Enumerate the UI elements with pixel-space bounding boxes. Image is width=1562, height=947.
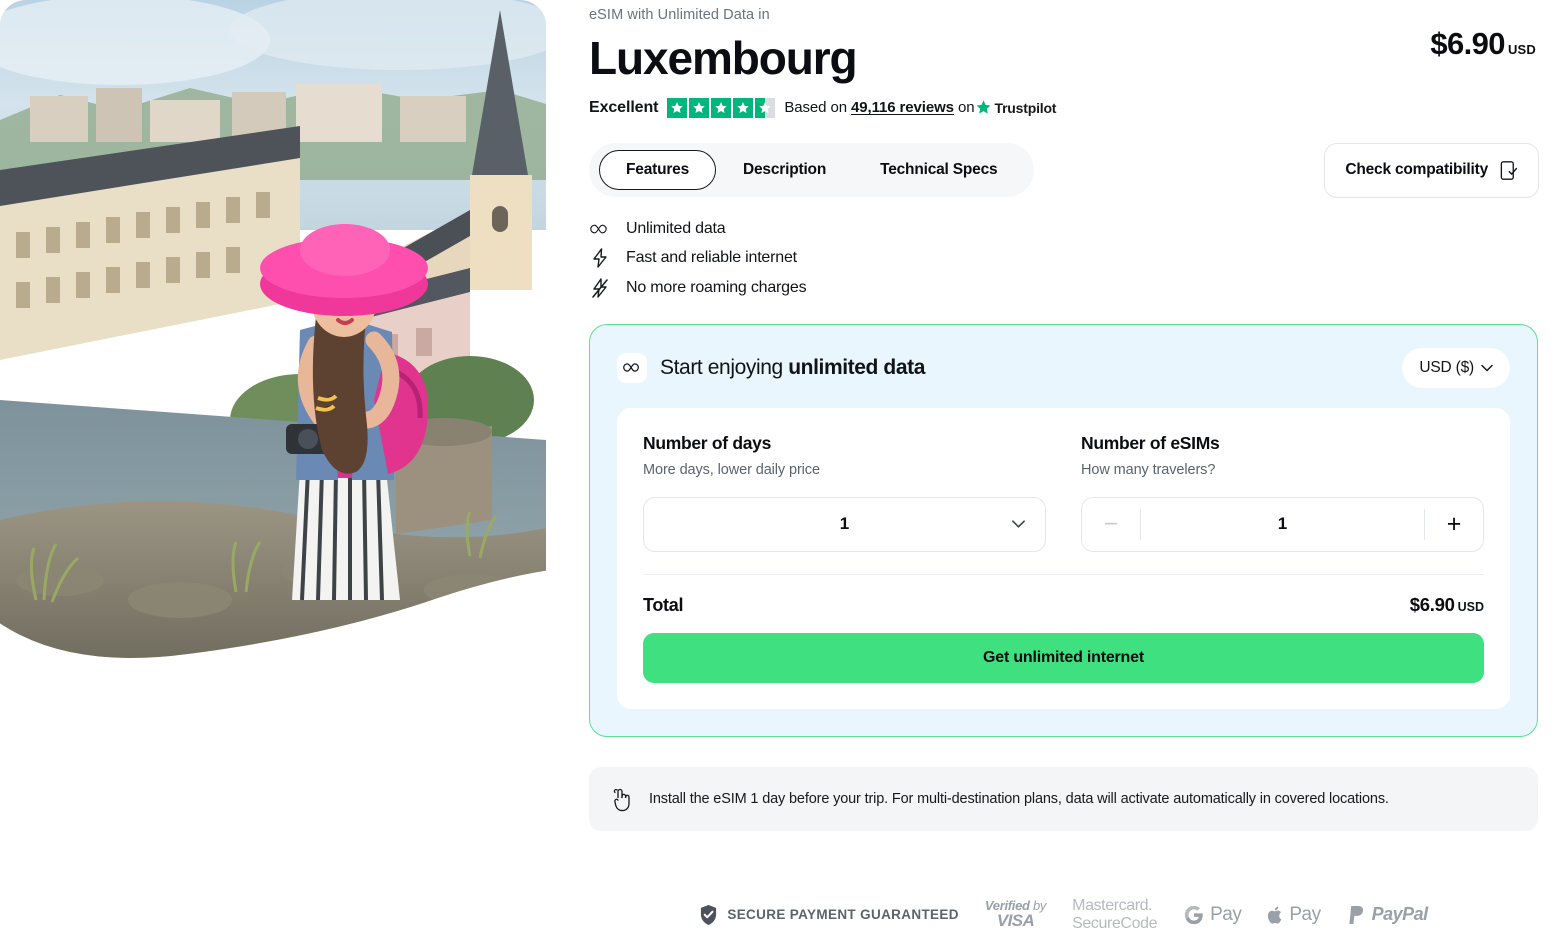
tab-technical-specs[interactable]: Technical Specs [853,150,1024,190]
verified-by-visa-logo: Verified by VISA [985,897,1047,931]
days-sub: More days, lower daily price [643,461,820,478]
feature-label: No more roaming charges [626,278,807,296]
paypal-logo: PayPal [1347,904,1428,926]
days-select[interactable]: 1 [643,496,1046,552]
star-icon [667,97,688,118]
visa-wordmark: VISA [996,911,1035,931]
google-g-icon [1184,905,1203,924]
install-notice: Install the eSIM 1 day before your trip.… [589,766,1538,831]
paypal-p-icon [1348,905,1363,924]
infinity-icon [589,222,611,236]
feature-item: Fast and reliable internet [589,248,1539,268]
form-divider [643,573,1484,575]
reviews-link[interactable]: 49,116 reviews [851,99,954,116]
purchase-form: Number of days More days, lower daily pr… [617,407,1510,709]
eyebrow-text: eSIM with Unlimited Data in [589,7,770,23]
price-block: $6.90 USD [1430,26,1539,62]
get-unlimited-internet-button[interactable]: Get unlimited internet [643,632,1484,683]
total-currency: USD [1457,599,1484,614]
feature-label: Unlimited data [626,219,726,237]
mastercard-line1: Mastercard. [1072,897,1153,914]
purchase-heading-bold: unlimited data [788,355,925,379]
mastercard-securecode-logo: Mastercard. SecureCode [1072,897,1157,932]
total-label: Total [643,594,684,615]
tab-features[interactable]: Features [599,150,717,191]
esims-label: Number of eSIMs [1081,432,1220,453]
tabs-row: Features Description Technical Specs Che… [589,142,1539,198]
features-list: Unlimited data Fast and reliable interne… [589,220,1539,298]
purchase-header: Start enjoying unlimited data USD ($) [617,347,1510,388]
chevron-down-icon [1012,520,1025,528]
feature-label: Fast and reliable internet [626,248,797,266]
finger-reminder-icon [613,788,630,812]
decrement-button[interactable]: − [1082,498,1140,551]
purchase-heading: Start enjoying unlimited data [617,352,925,383]
rating-summary: Based on 49,116 reviews on Trustpilot [784,99,1056,116]
product-page: eSIM with Unlimited Data in Luxembourg $… [0,0,1562,947]
check-compatibility-label: Check compatibility [1345,161,1488,179]
purchase-card: Start enjoying unlimited data USD ($) Nu… [589,323,1538,737]
page-title: Luxembourg [589,32,858,84]
infinity-badge-icon [617,352,647,383]
days-value: 1 [839,514,850,534]
hero-wave-mask [0,570,546,672]
feature-item: Unlimited data [589,220,1539,238]
tab-bar: Features Description Technical Specs [589,143,1035,198]
total-price: $6.90 USD [1410,594,1484,616]
trustpilot-star-icon [977,100,991,114]
bolt-slash-icon [589,278,611,298]
rating-middle: on [957,99,975,117]
secure-payment-label: SECURE PAYMENT GUARANTEED [727,907,959,923]
feature-item: No more roaming charges [589,278,1539,298]
phone-check-icon [1500,161,1518,180]
currency-selector[interactable]: USD ($) [1402,347,1510,388]
total-amount: $6.90 [1409,593,1455,615]
google-pay-logo: Pay [1183,903,1242,926]
form-fields: Number of days More days, lower daily pr… [643,433,1484,552]
currency-value: USD ($) [1419,358,1474,376]
increment-button[interactable]: + [1425,498,1483,551]
google-pay-label: Pay [1210,903,1242,925]
star-icon [689,97,710,118]
title-group: eSIM with Unlimited Data in Luxembourg [589,0,858,85]
product-details: eSIM with Unlimited Data in Luxembourg $… [589,0,1539,831]
trustpilot-logo: Trustpilot [975,99,1056,116]
chevron-down-icon [1481,364,1493,372]
esims-field: Number of eSIMs How many travelers? − 1 … [1081,433,1484,552]
esims-value: 1 [1277,514,1288,534]
check-compatibility-button[interactable]: Check compatibility [1324,142,1539,198]
purchase-heading-text: Start enjoying unlimited data [660,356,925,380]
days-label: Number of days [643,432,772,453]
shield-check-icon [701,904,717,925]
bolt-icon [589,248,611,268]
rating-word: Excellent [589,98,659,116]
rating-prefix: Based on [784,99,847,117]
apple-pay-label: Pay [1289,903,1321,925]
star-icon [733,97,754,118]
paypal-label: PayPal [1371,904,1429,925]
trustpilot-name: Trustpilot [994,99,1057,116]
star-half-icon [755,97,776,118]
total-row: Total $6.90 USD [643,594,1484,616]
payment-badges: SECURE PAYMENT GUARANTEED Verified by VI… [589,897,1538,932]
trustpilot-rating: Excellent Based on 49,116 reviews on Tru… [589,97,1539,118]
esims-sub: How many travelers? [1081,461,1216,478]
star-icon [711,97,732,118]
visa-by-text: by [1033,897,1047,913]
tab-description[interactable]: Description [716,150,853,190]
rating-stars [667,97,776,118]
apple-icon [1268,906,1282,924]
apple-pay-logo: Pay [1267,903,1321,926]
install-notice-text: Install the eSIM 1 day before your trip.… [649,790,1389,807]
mastercard-line2: SecureCode [1072,914,1158,932]
price-currency: USD [1507,42,1536,57]
esims-stepper: − 1 + [1081,496,1484,552]
price-amount: $6.90 [1430,26,1505,61]
hero-image [0,0,546,672]
purchase-heading-regular: Start enjoying [660,355,789,379]
secure-payment-badge: SECURE PAYMENT GUARANTEED [699,904,959,926]
title-price-row: eSIM with Unlimited Data in Luxembourg $… [589,0,1539,85]
days-field: Number of days More days, lower daily pr… [643,433,1046,552]
